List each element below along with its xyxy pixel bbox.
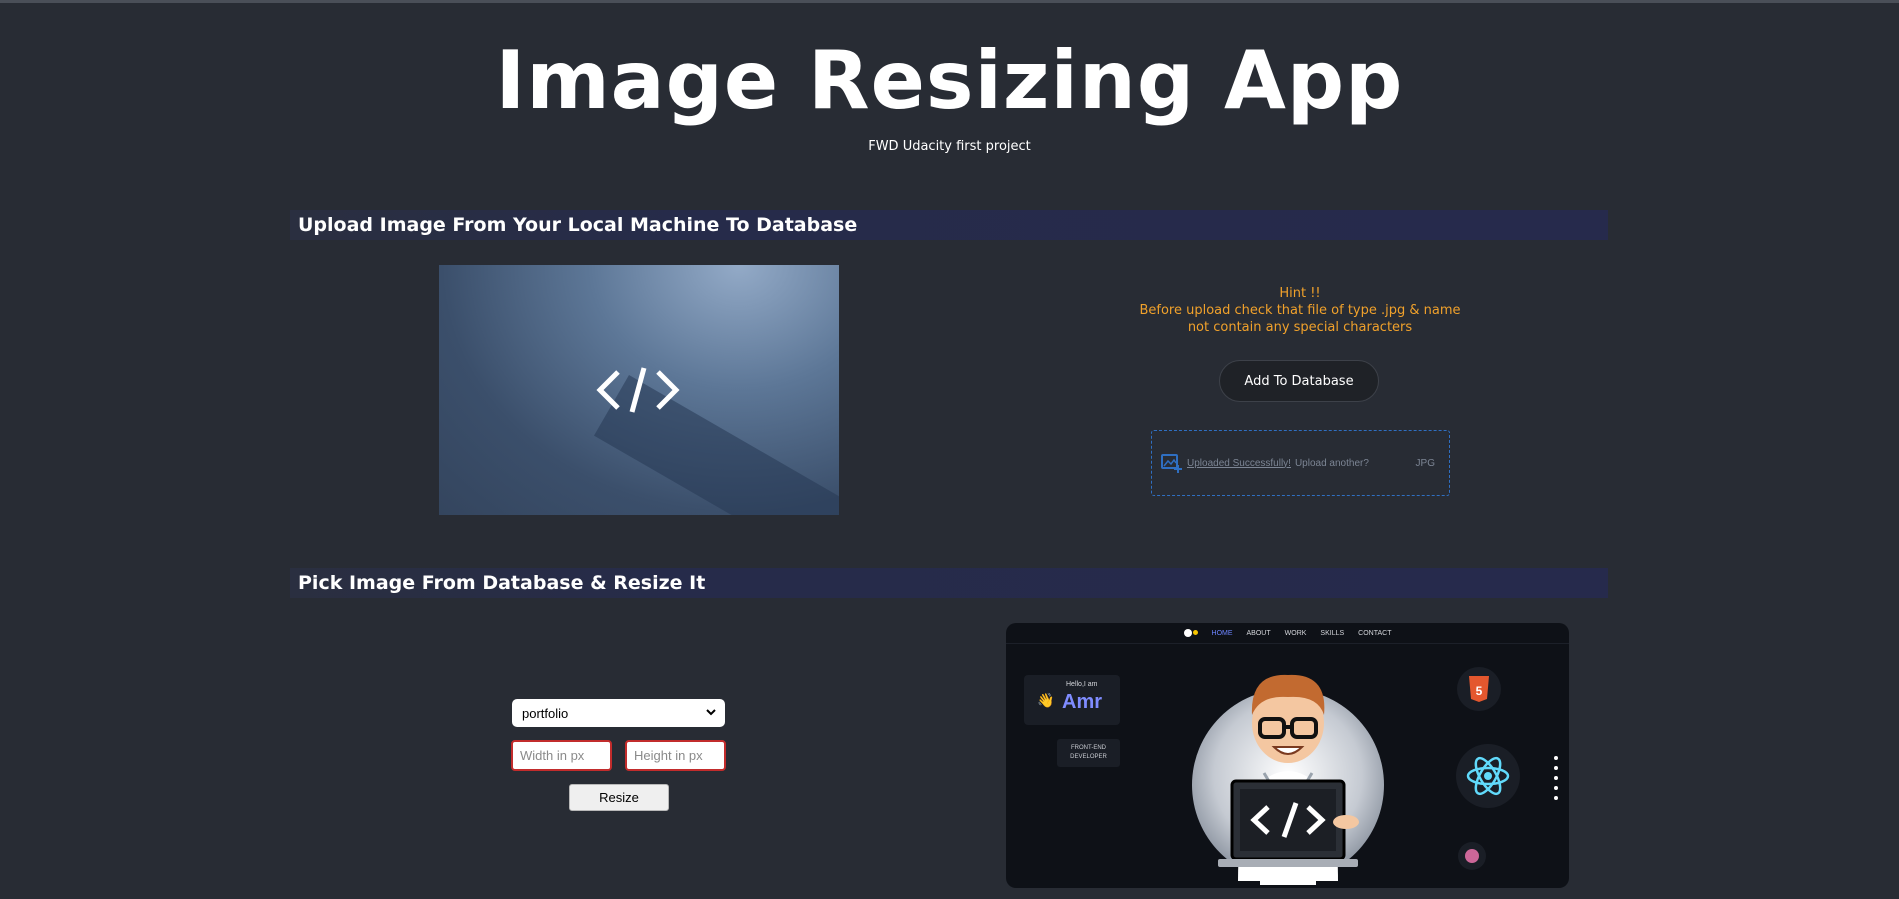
resize-section-title: Pick Image From Database & Resize It: [298, 572, 706, 594]
image-select[interactable]: portfolio: [512, 699, 725, 727]
add-to-database-button[interactable]: Add To Database: [1219, 360, 1379, 402]
app-title: Image Resizing App: [495, 34, 1404, 127]
upload-section-header: Upload Image From Your Local Machine To …: [290, 210, 1608, 240]
svg-text:5: 5: [1476, 684, 1483, 698]
resize-section-header: Pick Image From Database & Resize It: [290, 568, 1608, 598]
uploaded-image-preview: [439, 265, 839, 515]
upload-image-icon: [1161, 453, 1183, 473]
width-input[interactable]: [511, 740, 612, 771]
height-input[interactable]: [625, 740, 726, 771]
hint-title: Hint !!: [1279, 286, 1321, 301]
resized-image-preview: HOME ABOUT WORK SKILLS CONTACT 👋 Hello,I…: [1006, 623, 1569, 888]
app-subtitle: FWD Udacity first project: [868, 139, 1031, 154]
file-type-label: JPG: [1415, 457, 1435, 469]
upload-success-link[interactable]: Uploaded Successfully!: [1187, 458, 1291, 469]
hint-text: Before upload check that file of type .j…: [1139, 303, 1461, 335]
file-drop-zone[interactable]: Uploaded Successfully! Upload another? J…: [1151, 430, 1450, 496]
upload-another-text[interactable]: Upload another?: [1295, 458, 1369, 469]
developer-illustration: 5: [1192, 667, 1558, 885]
code-brackets-icon: [596, 367, 680, 413]
chevron-down-icon: [705, 706, 717, 721]
upload-section-title: Upload Image From Your Local Machine To …: [298, 214, 858, 236]
selected-image-value: portfolio: [522, 705, 569, 721]
upload-hint: Hint !! Before upload check that file of…: [1130, 285, 1470, 336]
resize-button[interactable]: Resize: [569, 784, 669, 811]
